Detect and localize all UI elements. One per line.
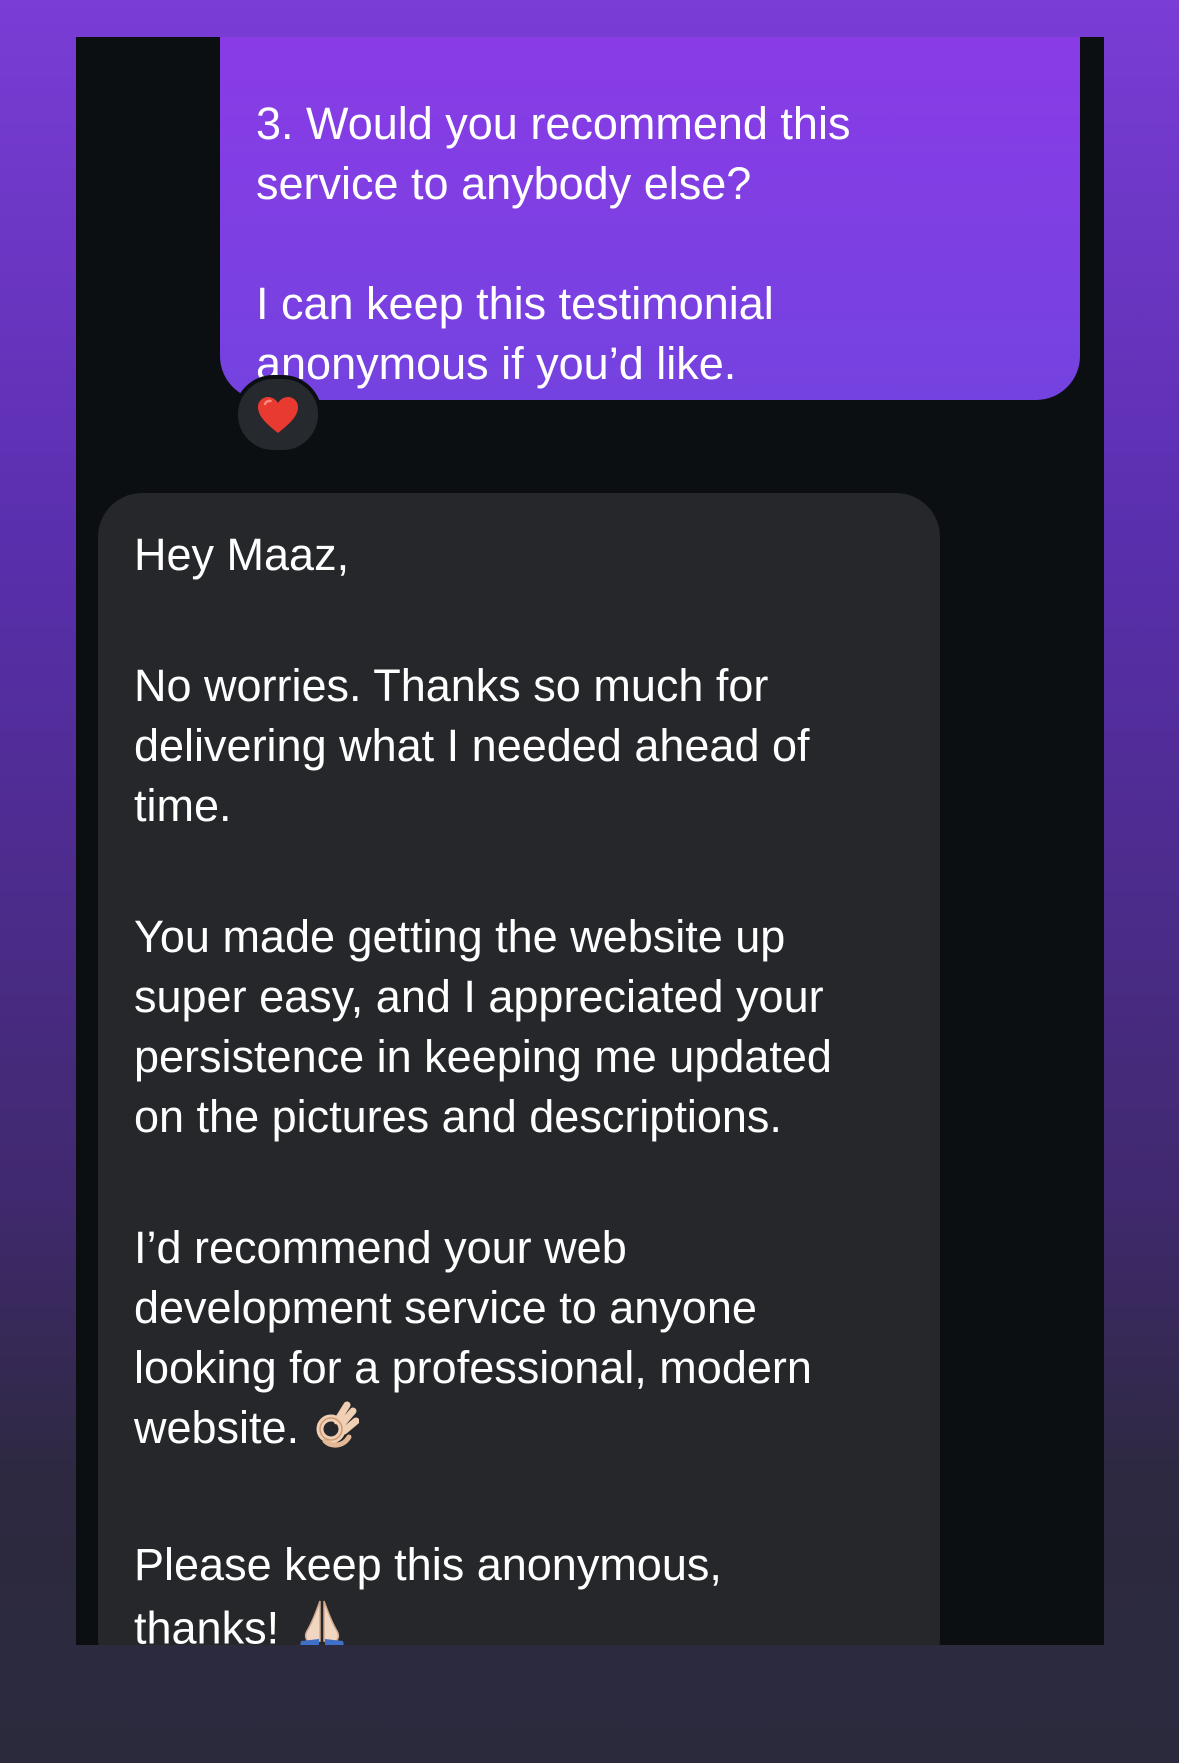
message-paragraph-thanks: No worries. Thanks so much for deliverin… <box>134 660 810 831</box>
message-reaction[interactable] <box>234 375 322 454</box>
message-paragraph-feedback: You made getting the website up super ea… <box>134 911 832 1142</box>
outgoing-message-text: 3. Would you recommend this service to a… <box>256 98 851 389</box>
message-thread: 3. Would you recommend this service to a… <box>76 37 1104 1645</box>
message-greeting: Hey Maaz, <box>134 529 350 580</box>
recommendation-text: I’d recommend your web development servi… <box>134 1222 812 1453</box>
red-heart-icon <box>258 396 298 433</box>
outgoing-message-bubble[interactable]: 3. Would you recommend this service to a… <box>220 37 1080 400</box>
message-paragraph-recommendation: I’d recommend your web development servi… <box>134 1218 914 1464</box>
closing-text: Please keep this anonymous, thanks! <box>134 1538 722 1645</box>
ok-hand-icon <box>313 1399 360 1464</box>
incoming-message-bubble[interactable]: Hey Maaz, No worries. Thanks so much for… <box>98 493 940 1645</box>
message-paragraph-closing: Please keep this anonymous, thanks! <box>134 1535 914 1645</box>
incoming-message-body: Hey Maaz, No worries. Thanks so much for… <box>134 525 914 1645</box>
folded-hands-icon <box>293 1595 351 1645</box>
